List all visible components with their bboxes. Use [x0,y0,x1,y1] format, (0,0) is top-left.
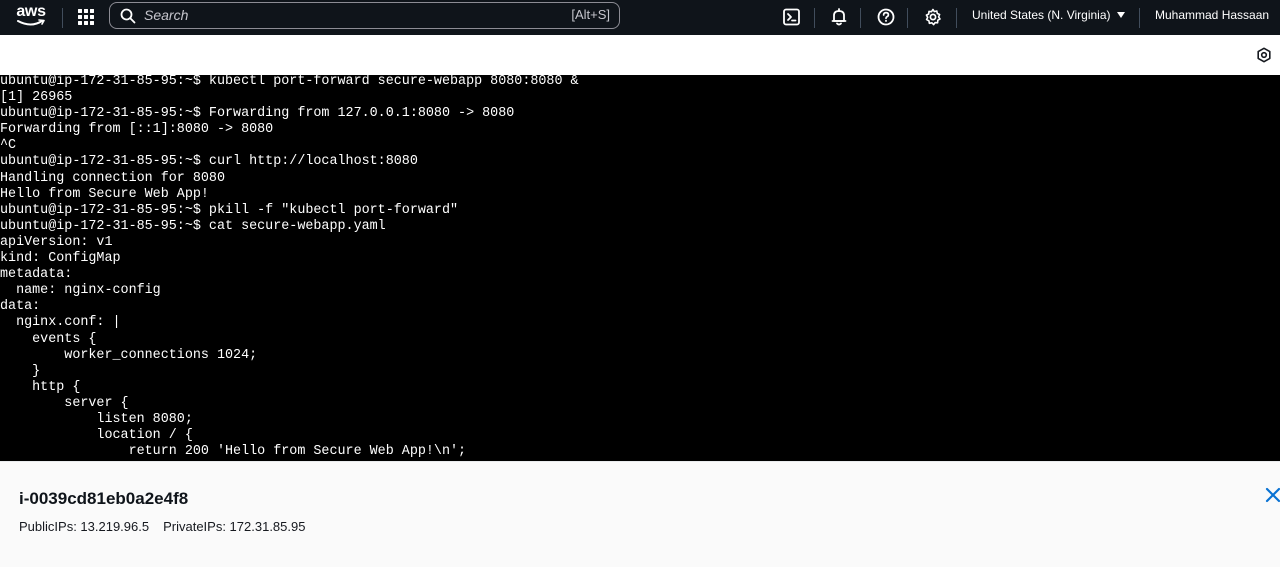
terminal-line: worker_connections 1024; [0,347,258,363]
aws-logo[interactable]: aws [14,4,48,30]
instance-id-heading: i-0039cd81eb0a2e4f8 [19,489,189,508]
aws-logo-text: aws [16,3,46,20]
search-icon [120,8,136,24]
terminal-line: Hello from Secure Web App! [0,186,209,202]
region-selector[interactable]: United States (N. Virginia) [972,8,1125,22]
settings-gear-icon[interactable] [922,6,944,28]
region-label: United States (N. Virginia) [972,8,1111,22]
nav-divider [956,8,957,28]
terminal-line: apiVersion: v1 [0,234,113,250]
terminal-line: ubuntu@ip-172-31-85-95:~$ pkill -f "kube… [0,202,459,218]
terminal-line: data: [0,299,41,315]
terminal-line: ubuntu@ip-172-31-85-95:~$ cat secure-web… [0,218,386,234]
account-menu[interactable]: Muhammad Hassaan [1155,8,1280,22]
terminal-line: server { [0,395,129,411]
terminal-line: ubuntu@ip-172-31-85-95:~$ kubectl port-f… [0,75,579,89]
nav-divider [860,8,861,28]
nav-divider [907,8,908,28]
public-ips-text: PublicIPs: 13.219.96.5 [19,519,150,534]
session-toolbar [0,35,1280,75]
terminal-line: nginx.conf: | [0,315,121,331]
terminal-line: location / { [0,428,193,444]
instance-info-panel: i-0039cd81eb0a2e4f8 PublicIPs: 13.219.96… [0,461,1280,567]
terminal-line: ubuntu@ip-172-31-85-95:~$ curl http://lo… [0,154,418,170]
terminal-line: Forwarding from [::1]:8080 -> 8080 [0,122,274,138]
terminal-line: } [0,363,41,379]
terminal-preferences-icon[interactable] [1256,47,1272,63]
search-input[interactable] [144,5,544,25]
user-name-label: Muhammad Hassaan [1155,8,1270,22]
aws-smile-icon [17,19,45,26]
private-ips-text: PrivateIPs: 172.31.85.95 [163,519,306,534]
terminal-output: ubuntu@ip-172-31-85-95:~$ kubectl port-f… [0,75,1280,460]
nav-divider [814,8,815,28]
close-icon [1265,487,1280,503]
search-shortcut-hint: [Alt+S] [571,7,610,22]
nav-divider [62,8,63,28]
nav-divider [1139,8,1140,28]
terminal-window[interactable]: ubuntu@ip-172-31-85-95:~$ kubectl port-f… [0,75,1280,461]
terminal-line: listen 8080; [0,411,193,427]
help-icon[interactable] [875,6,897,28]
top-navigation-bar: aws [Alt+S] [0,0,1280,35]
terminal-line: kind: ConfigMap [0,251,121,267]
terminal-line: Handling connection for 8080 [0,170,225,186]
terminal-line: [1] 26965 [0,90,73,106]
terminal-line: ubuntu@ip-172-31-85-95:~$ Forwarding fro… [0,106,515,122]
caret-down-icon [1116,12,1125,18]
search-box[interactable]: [Alt+S] [109,2,620,29]
cloudshell-icon[interactable] [781,6,803,28]
terminal-line: return 200 'Hello from Secure Web App!\n… [0,444,467,460]
instance-ip-line: PublicIPs: 13.219.96.5 PrivateIPs: 172.31… [19,519,305,534]
terminal-line: name: nginx-config [0,283,161,299]
services-grid-icon[interactable] [76,7,96,27]
terminal-line: events { [0,331,97,347]
notifications-bell-icon[interactable] [828,6,850,28]
close-panel-button[interactable] [1264,486,1280,504]
terminal-line: metadata: [0,267,73,283]
terminal-line: ^C [0,138,17,154]
terminal-line: http { [0,379,81,395]
